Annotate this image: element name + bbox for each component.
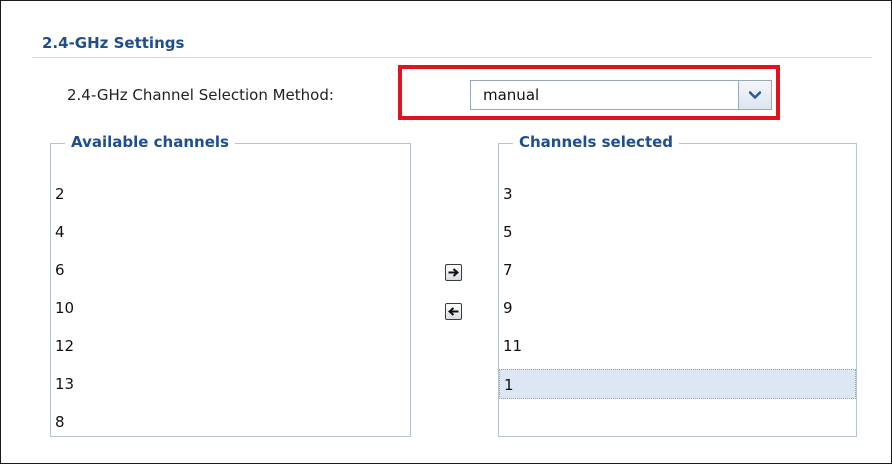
list-item-selected[interactable]: 1 (499, 369, 856, 399)
list-item[interactable]: 10 (51, 293, 410, 323)
available-channels-group: Available channels 2 4 6 10 12 13 8 (50, 133, 411, 437)
list-item[interactable]: 2 (51, 179, 410, 209)
channel-method-label: 2.4-GHz Channel Selection Method: (67, 86, 334, 104)
selected-channels-group: Channels selected 3 5 7 9 11 1 (498, 133, 857, 437)
selected-channels-list[interactable]: 3 5 7 9 11 1 (499, 179, 856, 407)
list-item[interactable]: 3 (499, 179, 856, 209)
channel-method-value: manual (483, 86, 540, 104)
list-item[interactable]: 13 (51, 369, 410, 399)
list-item[interactable]: 12 (51, 331, 410, 361)
list-item[interactable]: 6 (51, 255, 410, 285)
list-item[interactable]: 9 (499, 293, 856, 323)
arrow-right-icon (448, 268, 459, 277)
arrow-left-icon (448, 307, 459, 316)
list-item[interactable]: 4 (51, 217, 410, 247)
channel-method-select[interactable]: manual (470, 80, 772, 110)
section-title: 2.4-GHz Settings (42, 34, 185, 52)
dropdown-button[interactable] (738, 81, 771, 109)
section-divider (32, 57, 872, 58)
selected-channels-legend: Channels selected (513, 133, 680, 151)
remove-channel-button[interactable] (445, 303, 462, 320)
chevron-down-icon (749, 90, 761, 99)
available-channels-legend: Available channels (65, 133, 235, 151)
list-item[interactable]: 11 (499, 331, 856, 361)
available-channels-list[interactable]: 2 4 6 10 12 13 8 (51, 179, 410, 445)
list-item[interactable]: 5 (499, 217, 856, 247)
list-item[interactable]: 8 (51, 407, 410, 437)
list-item[interactable]: 7 (499, 255, 856, 285)
add-channel-button[interactable] (445, 264, 462, 281)
